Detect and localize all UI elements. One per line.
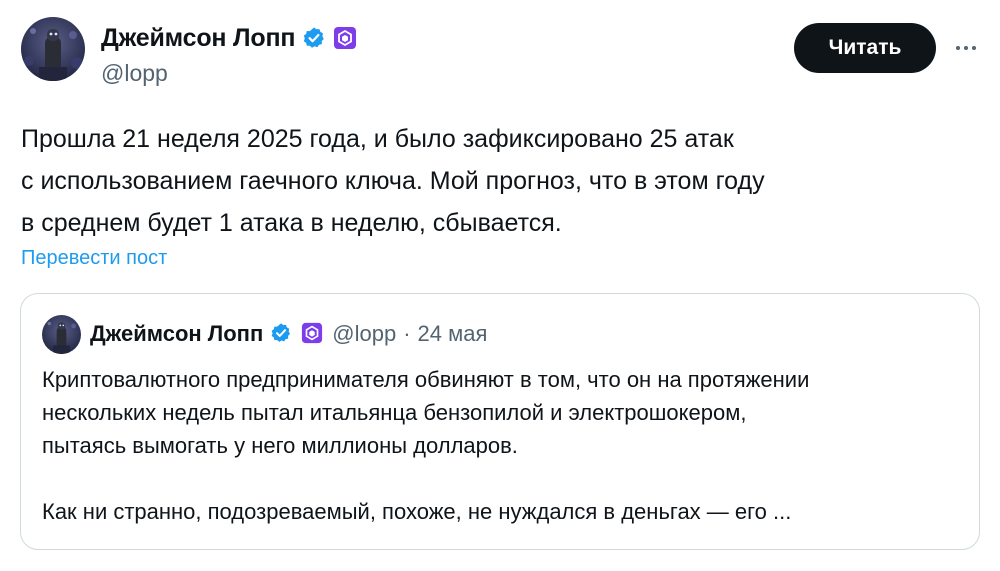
tweet-card: Джеймсон Лопп @lopp Читать Прошла 21 нед… [0, 0, 1000, 571]
author-name[interactable]: Джеймсон Лопп [101, 24, 295, 53]
affiliate-hexagon-icon[interactable] [301, 322, 325, 346]
post-text-line: Прошла 21 неделя 2025 года, и было зафик… [21, 125, 734, 153]
more-dots-icon[interactable] [950, 34, 982, 62]
dot [956, 46, 960, 50]
quoted-author-handle[interactable]: @lopp [332, 321, 396, 347]
quoted-author-name[interactable]: Джеймсон Лопп [90, 321, 263, 347]
quoted-post-text: Криптовалютного предпринимателя обвиняют… [42, 363, 962, 528]
quoted-text-line: Криптовалютного предпринимателя обвиняют… [42, 367, 810, 392]
verified-checkmark-icon[interactable] [270, 322, 294, 346]
affiliate-hexagon-icon[interactable] [333, 26, 357, 50]
quoted-text-line: нескольких недель пытал итальянца бензоп… [42, 400, 747, 425]
quoted-author-avatar[interactable] [42, 315, 81, 354]
verified-checkmark-icon[interactable] [302, 26, 326, 50]
author-name-row: Джеймсон Лопп [101, 20, 357, 56]
quoted-post[interactable]: Джеймсон Лопп @lopp · 24 мая Криптовалют… [20, 293, 980, 550]
author-handle[interactable]: @lopp [101, 60, 168, 87]
separator-dot: · [403, 321, 411, 346]
quoted-text-line: Как ни странно, подозреваемый, похоже, н… [42, 499, 792, 524]
post-text-line: с использованием гаечного ключа. Мой про… [21, 167, 765, 195]
quoted-text-line: пытаясь вымогать у него миллионы долларо… [42, 433, 518, 458]
quoted-post-header: Джеймсон Лопп @lopp · 24 мая [90, 316, 487, 352]
author-avatar[interactable] [21, 17, 85, 81]
translate-post-link[interactable]: Перевести пост [21, 247, 167, 270]
dot [964, 46, 968, 50]
dot [972, 46, 976, 50]
post-text: Прошла 21 неделя 2025 года, и было зафик… [21, 118, 921, 244]
read-button[interactable]: Читать [794, 23, 936, 73]
quoted-post-date[interactable]: 24 мая [418, 321, 488, 347]
post-text-line: в среднем будет 1 атака в неделю, сбывае… [21, 209, 562, 237]
